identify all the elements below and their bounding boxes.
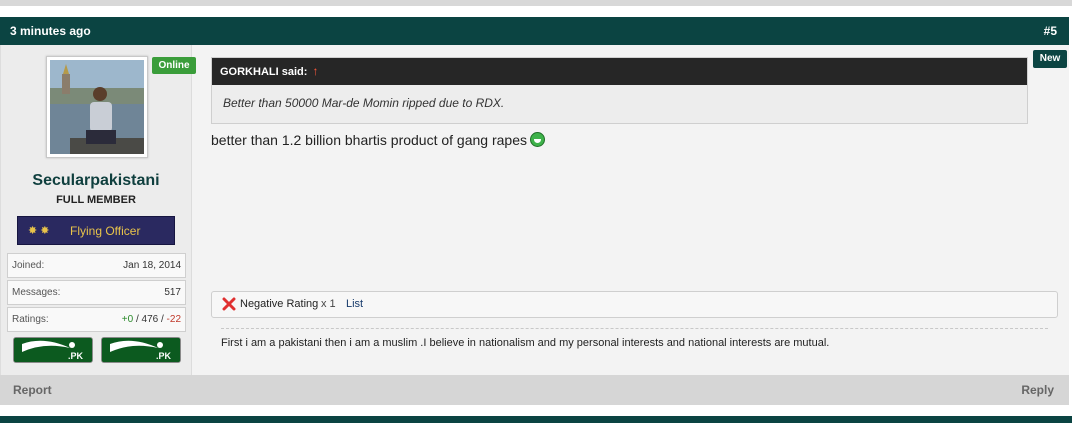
rating-count: x 1	[321, 298, 336, 310]
ratings-bar: Negative Rating x 1 List	[211, 291, 1058, 318]
stat-joined: Joined: Jan 18, 2014	[7, 253, 186, 278]
stat-value: Jan 18, 2014	[123, 260, 181, 271]
post-number[interactable]: #5	[1044, 24, 1057, 38]
rank-badge: ✸✸ Flying Officer	[17, 216, 175, 245]
quote-header: GORKHALI said: ↑	[212, 58, 1027, 85]
signature-divider	[221, 328, 1048, 329]
next-post-header	[0, 416, 1072, 423]
rank-label: Flying Officer	[70, 224, 141, 238]
post-footer: Report Reply	[0, 375, 1069, 405]
ratings-negative: -22	[166, 314, 181, 325]
stat-value[interactable]: 517	[164, 287, 181, 298]
post-body: Online Secularpakistani FULL MEMBER ✸✸ F…	[0, 45, 1069, 375]
negative-rating-icon	[222, 297, 236, 311]
avatar[interactable]	[46, 56, 148, 158]
message-text: better than 1.2 billion bhartis product …	[211, 132, 545, 148]
reply-button[interactable]: Reply	[1021, 383, 1054, 397]
quote-author[interactable]: GORKHALI said:	[220, 66, 307, 78]
pakistan-flag-icon: .PK	[101, 337, 181, 363]
post-time[interactable]: 3 minutes ago	[10, 24, 91, 38]
ratings-separator: /	[158, 314, 167, 325]
avatar-photo	[50, 60, 144, 154]
message-body: better than 1.2 billion bhartis product …	[211, 132, 527, 148]
quote-jump-arrow-icon[interactable]: ↑	[312, 64, 318, 78]
flag-label: .PK	[156, 351, 172, 361]
stat-label: Messages:	[12, 287, 61, 298]
stat-ratings: Ratings: +0 / 476 / -22	[7, 307, 186, 332]
rating-label[interactable]: Negative Rating	[240, 298, 318, 310]
post-content: GORKHALI said: ↑ Better than 50000 Mar-d…	[211, 45, 1058, 375]
new-badge: New	[1033, 50, 1067, 68]
user-sidebar: Online Secularpakistani FULL MEMBER ✸✸ F…	[1, 45, 196, 375]
ratings-positive: +0	[121, 314, 134, 325]
username[interactable]: Secularpakistani	[1, 172, 191, 190]
stat-label: Joined:	[12, 260, 45, 271]
quote-text: Better than 50000 Mar-de Momin ripped du…	[223, 96, 505, 110]
quote-block: GORKHALI said: ↑ Better than 50000 Mar-d…	[211, 57, 1028, 124]
post-header: 3 minutes ago #5	[0, 17, 1069, 45]
signature: First i am a pakistani then i am a musli…	[221, 337, 830, 349]
smiley-icon	[529, 132, 545, 147]
ratings-separator: /	[133, 314, 142, 325]
user-stats: Joined: Jan 18, 2014 Messages: 517 Ratin…	[7, 253, 186, 334]
report-button[interactable]: Report	[13, 383, 52, 397]
ratings-total: 476	[141, 314, 159, 325]
top-divider	[0, 0, 1072, 6]
stat-label: Ratings:	[12, 314, 49, 325]
rank-stars-icon: ✸✸	[28, 225, 53, 237]
pakistan-flag-icon: .PK	[13, 337, 93, 363]
online-badge: Online	[152, 57, 196, 74]
flag-label: .PK	[68, 351, 84, 361]
stat-messages: Messages: 517	[7, 280, 186, 305]
ratings-list-link[interactable]: List	[346, 298, 363, 310]
user-title: FULL MEMBER	[56, 194, 136, 206]
stat-value: +0 / 476 / -22	[122, 314, 181, 325]
